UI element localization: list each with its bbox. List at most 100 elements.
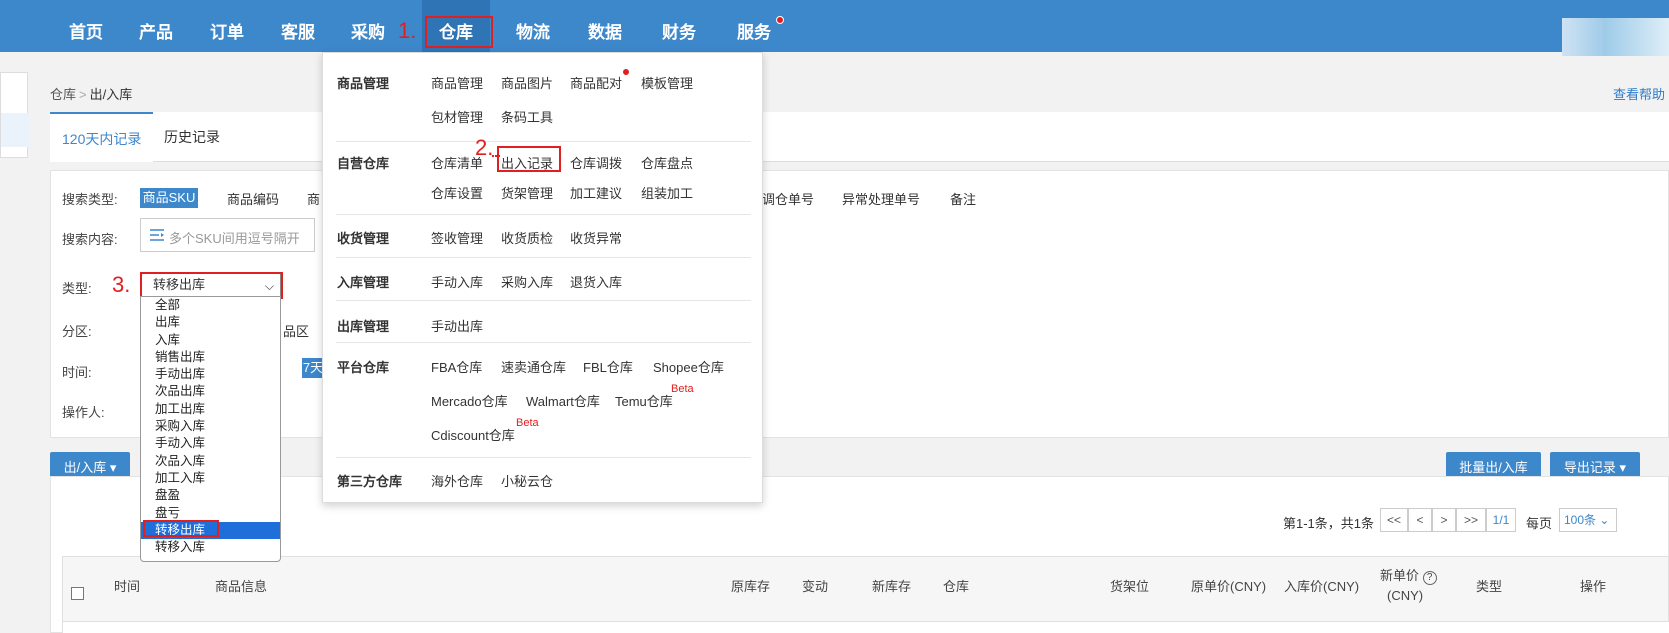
menu-item[interactable]: 条码工具: [501, 107, 553, 126]
beta-badge: Beta: [671, 383, 694, 395]
nav-services[interactable]: 服务: [726, 0, 782, 52]
menu-item[interactable]: FBA仓库: [431, 357, 482, 376]
time-7days[interactable]: 7天: [302, 358, 324, 378]
col-new-stock: 新库存: [872, 579, 912, 594]
type-option[interactable]: 手动入库: [141, 435, 280, 452]
nav-home[interactable]: 首页: [58, 0, 114, 52]
menu-divider: [336, 457, 751, 458]
menu-item[interactable]: Temu仓库: [615, 391, 673, 410]
nav-purchase[interactable]: 采购: [340, 0, 396, 52]
search-type-exception[interactable]: 异常处理单号: [842, 189, 920, 208]
search-type-sku[interactable]: 商品SKU: [140, 188, 198, 208]
menu-item[interactable]: 商品图片: [501, 73, 553, 92]
inout-button-label: 出/入库: [63, 460, 107, 475]
nav-order[interactable]: 订单: [199, 0, 255, 52]
type-option[interactable]: 次品出库: [141, 383, 280, 400]
col-orig-stock: 原库存: [731, 579, 771, 594]
menu-item[interactable]: 小秘云仓: [501, 471, 553, 490]
menu-item[interactable]: 收货异常: [570, 228, 622, 247]
search-type-label: 搜索类型:: [62, 192, 118, 207]
nav-product[interactable]: 产品: [128, 0, 184, 52]
menu-divider: [336, 257, 751, 258]
type-option[interactable]: 入库: [141, 332, 280, 349]
breadcrumb-sep: >: [79, 87, 87, 102]
col-change: 变动: [802, 579, 829, 594]
menu-item[interactable]: 商品配对: [570, 73, 622, 92]
select-all-checkbox[interactable]: [71, 587, 84, 600]
type-option[interactable]: 转移入库: [141, 539, 280, 556]
type-option[interactable]: 手动出库: [141, 366, 280, 383]
type-option[interactable]: 加工出库: [141, 401, 280, 418]
menu-divider: [336, 141, 751, 142]
pager-next[interactable]: >: [1432, 508, 1456, 532]
nav-logistics[interactable]: 物流: [505, 0, 561, 52]
warehouse-mega-menu: 商品管理 商品管理 商品图片 商品配对 模板管理 包材管理 条码工具 自营仓库 …: [322, 52, 763, 503]
pager-last[interactable]: >>: [1456, 508, 1486, 532]
menu-item[interactable]: 采购入库: [501, 272, 553, 291]
type-option[interactable]: 加工入库: [141, 470, 280, 487]
step-2-label: 2.: [475, 135, 494, 160]
col-product: 商品信息: [215, 579, 268, 594]
menu-item[interactable]: 仓库调拨: [570, 153, 622, 172]
menu-item[interactable]: 组装加工: [641, 183, 693, 202]
col-action: 操作: [1580, 579, 1607, 594]
nav-data[interactable]: 数据: [577, 0, 633, 52]
menu-item[interactable]: FBL仓库: [583, 357, 633, 376]
tab-history[interactable]: 历史记录: [152, 112, 232, 162]
search-type-transfer[interactable]: 调仓单号: [762, 189, 814, 208]
menu-item[interactable]: 仓库盘点: [641, 153, 693, 172]
search-type-partial[interactable]: 商: [307, 189, 320, 208]
menu-item[interactable]: 手动入库: [431, 272, 483, 291]
help-link[interactable]: 查看帮助: [1613, 84, 1665, 103]
menu-item[interactable]: 模板管理: [641, 73, 693, 92]
per-page-value: 100条: [1564, 513, 1597, 527]
pager-prev[interactable]: <: [1408, 508, 1432, 532]
type-option[interactable]: 全部: [141, 297, 280, 314]
time-label: 时间:: [62, 365, 92, 380]
search-input[interactable]: 多个SKU间用逗号隔开: [140, 218, 315, 252]
zone-option-partial[interactable]: 品区: [283, 321, 309, 340]
menu-item[interactable]: 货架管理: [501, 183, 553, 202]
search-type-code[interactable]: 商品编码: [227, 189, 279, 208]
menu-item[interactable]: 包材管理: [431, 107, 483, 126]
nav-finance[interactable]: 财务: [651, 0, 707, 52]
menu-item[interactable]: 商品管理: [431, 73, 483, 92]
menu-item[interactable]: Cdiscount仓库: [431, 425, 515, 444]
breadcrumb-root[interactable]: 仓库: [50, 87, 76, 102]
help-circle-icon[interactable]: ?: [1422, 571, 1437, 585]
menu-item[interactable]: 收货质检: [501, 228, 553, 247]
menu-item[interactable]: Mercado仓库: [431, 391, 508, 410]
menu-item[interactable]: Walmart仓库: [526, 391, 600, 410]
type-option[interactable]: 采购入库: [141, 418, 280, 435]
col-time: 时间: [114, 579, 141, 594]
col-warehouse: 仓库: [943, 579, 970, 594]
type-option[interactable]: 出库: [141, 314, 280, 331]
col-shelf: 货架位: [1110, 579, 1150, 594]
col-orig-price: 原单价(CNY): [1191, 579, 1267, 594]
menu-item[interactable]: 签收管理: [431, 228, 483, 247]
menu-item[interactable]: 仓库设置: [431, 183, 483, 202]
type-option[interactable]: 盘盈: [141, 487, 280, 504]
menu-item[interactable]: 速卖通仓库: [501, 357, 566, 376]
group-title: 自营仓库: [337, 156, 390, 171]
left-sidebar-selected[interactable]: [1, 113, 29, 147]
search-content-label: 搜索内容:: [62, 232, 118, 247]
tabs-bar: 120天内记录 历史记录: [50, 112, 1669, 162]
pager-first[interactable]: <<: [1380, 508, 1408, 532]
menu-item[interactable]: 退货入库: [570, 272, 622, 291]
menu-divider: [336, 342, 751, 343]
menu-item[interactable]: 海外仓库: [431, 471, 483, 490]
type-option[interactable]: 次品入库: [141, 453, 280, 470]
menu-item[interactable]: 手动出库: [431, 316, 483, 335]
type-option[interactable]: 销售出库: [141, 349, 280, 366]
avatar[interactable]: [1562, 18, 1669, 56]
search-type-remark[interactable]: 备注: [950, 189, 976, 208]
notification-dot: [776, 16, 784, 24]
nav-service[interactable]: 客服: [270, 0, 326, 52]
menu-item[interactable]: Shopee仓库: [653, 357, 724, 376]
step-1-label: 1.: [398, 18, 417, 43]
per-page-select[interactable]: 100条 ⌄: [1559, 508, 1617, 532]
menu-item[interactable]: 加工建议: [570, 183, 622, 202]
tab-120-days[interactable]: 120天内记录: [50, 112, 154, 162]
highlight-box-records: [497, 146, 561, 172]
